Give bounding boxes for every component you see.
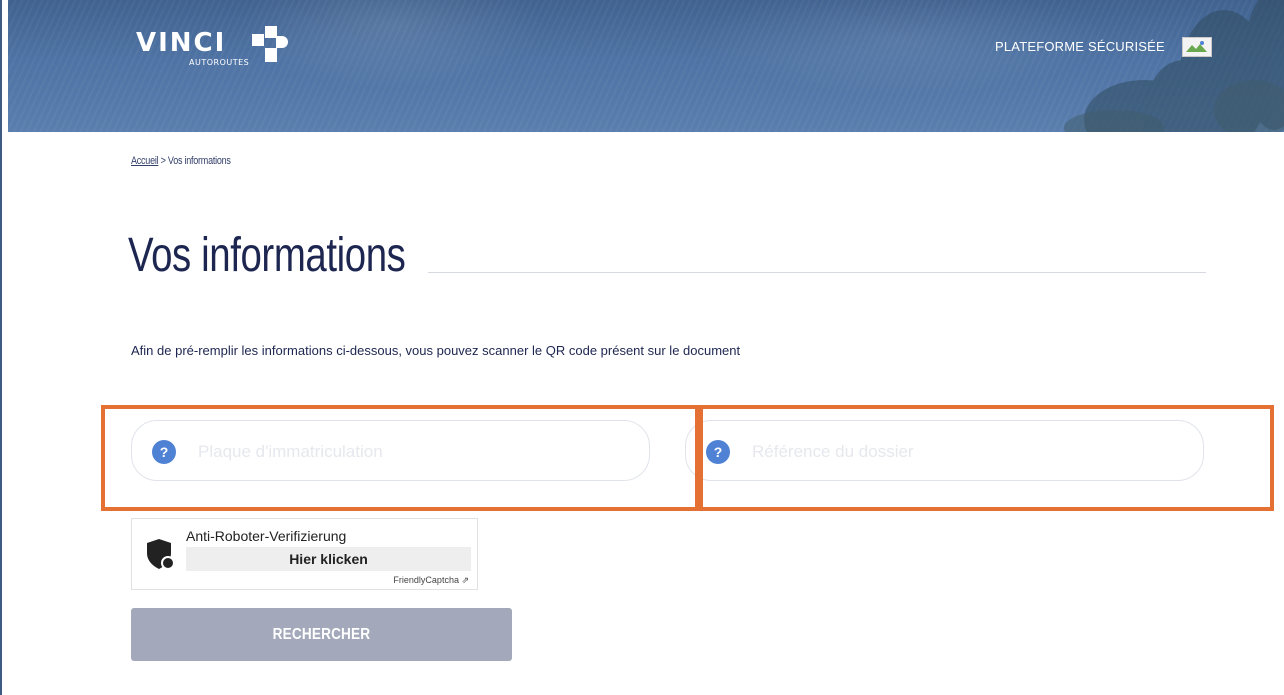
breadcrumb-separator: >: [160, 155, 166, 167]
friendly-captcha-widget: Anti-Roboter-Verifizierung Hier klicken …: [131, 518, 478, 590]
vinci-autoroutes-logo[interactable]: VINCI AUTOROUTES: [136, 22, 306, 78]
header-foliage-decoration: [1064, 0, 1284, 132]
secure-platform-label: PLATEFORME SÉCURISÉE: [995, 39, 1165, 54]
breadcrumb-home-link[interactable]: Accueil: [131, 155, 159, 167]
title-divider: [428, 272, 1206, 273]
captcha-click-button[interactable]: Hier klicken: [186, 547, 471, 571]
highlight-box-plate: [101, 405, 699, 511]
shield-icon: [147, 539, 175, 570]
header-banner: VINCI AUTOROUTES PLATEFORME SÉCURISÉE: [8, 0, 1284, 132]
search-button-label: RECHERCHER: [272, 625, 371, 643]
logo-wordmark: VINCI: [136, 28, 227, 58]
captcha-brand-link[interactable]: FriendlyCaptcha ⇗: [393, 575, 469, 586]
breadcrumb: Accueil > Vos informations: [131, 155, 231, 167]
captcha-label: Anti-Roboter-Verifizierung: [186, 528, 347, 544]
breadcrumb-current: Vos informations: [167, 155, 231, 167]
left-frame-border: [0, 0, 2, 695]
search-button[interactable]: RECHERCHER: [131, 608, 512, 661]
logo-mark-icon: [252, 26, 288, 62]
highlight-box-reference: [699, 405, 1274, 511]
intro-text: Afin de pré-remplir les informations ci-…: [131, 343, 741, 358]
page-title: Vos informations: [128, 229, 406, 282]
logo-subtext: AUTOROUTES: [189, 58, 250, 67]
broken-image-icon: [1182, 37, 1212, 57]
